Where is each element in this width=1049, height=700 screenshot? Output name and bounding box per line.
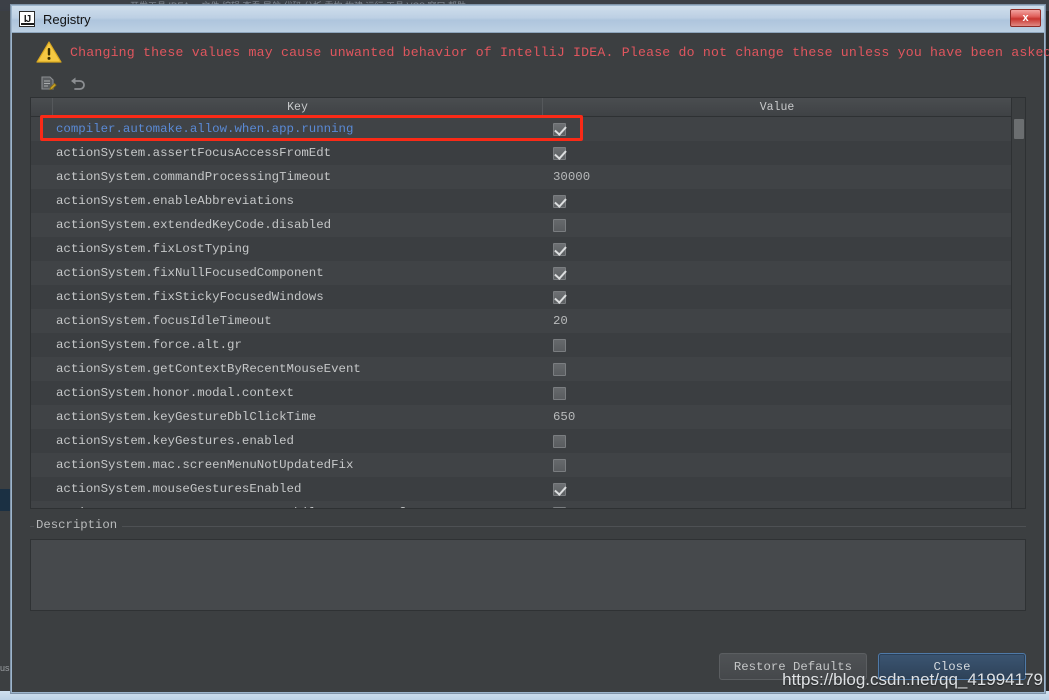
checkbox-checked-icon[interactable] (553, 482, 566, 496)
registry-key-cell: actionSystem.honor.modal.context (56, 386, 294, 400)
scrollbar-thumb[interactable] (1014, 119, 1024, 139)
registry-value-cell[interactable] (543, 218, 1011, 232)
table-row[interactable]: actionSystem.keyGestureDblClickTime 650 (31, 405, 1011, 429)
registry-value-cell[interactable] (543, 290, 1011, 304)
checkbox-unchecked-icon[interactable] (553, 434, 566, 448)
registry-value-cell[interactable] (543, 458, 1011, 472)
registry-value-cell[interactable] (543, 506, 1011, 508)
registry-key-cell: actionSystem.fixLostTyping (56, 242, 250, 256)
checkbox-unchecked-icon[interactable] (553, 218, 566, 232)
dialog-body: Changing these values may cause unwanted… (12, 33, 1049, 692)
registry-value-cell[interactable] (543, 386, 1011, 400)
registry-key-cell: actionSystem.fixStickyFocusedWindows (56, 290, 324, 304)
description-separator (30, 526, 1026, 527)
table-row[interactable]: actionSystem.enableAbbreviations (31, 189, 1011, 213)
description-textarea[interactable] (30, 539, 1026, 611)
table-row[interactable]: actionSystem.assertFocusAccessFromEdt (31, 141, 1011, 165)
registry-value-cell[interactable] (543, 122, 1011, 136)
table-row[interactable]: compiler.automake.allow.when.app.running (31, 117, 1011, 141)
table-row[interactable]: actionSystem.fixLostTyping (31, 237, 1011, 261)
registry-key-cell: actionSystem.focusIdleTimeout (56, 314, 272, 328)
registry-value-cell[interactable]: 20 (543, 314, 1011, 328)
table-vertical-scrollbar[interactable] (1011, 98, 1025, 508)
registry-value-cell[interactable] (543, 194, 1011, 208)
registry-key-cell: actionSystem.commandProcessingTimeout (56, 170, 332, 184)
table-row[interactable]: actionSystem.honor.modal.context (31, 381, 1011, 405)
ide-left-panel-label: us (0, 663, 10, 673)
table-body: compiler.automake.allow.when.app.running… (31, 117, 1011, 508)
table-row[interactable]: actionSystem.keyGestures.enabled (31, 429, 1011, 453)
registry-value-cell[interactable] (543, 482, 1011, 496)
registry-value-cell[interactable] (543, 146, 1011, 160)
table-row[interactable]: actionSystem.mac.screenMenuNotUpdatedFix (31, 453, 1011, 477)
checkbox-unchecked-icon[interactable] (553, 458, 566, 472)
table-row[interactable]: actionSystem.fixStickyFocusedWindows (31, 285, 1011, 309)
registry-key-cell: actionSystem.keyGestures.enabled (56, 434, 294, 448)
registry-value-cell[interactable] (543, 242, 1011, 256)
close-window-button[interactable]: x (1010, 9, 1041, 27)
warning-text: Changing these values may cause unwanted… (70, 44, 1049, 60)
checkbox-checked-icon[interactable] (553, 266, 566, 280)
table-row[interactable]: actionSystem.commandProcessingTimeout 300… (31, 165, 1011, 189)
registry-key-cell: compiler.automake.allow.when.app.running (56, 122, 354, 136)
registry-value-cell[interactable] (543, 434, 1011, 448)
checkbox-checked-icon[interactable] (553, 506, 566, 508)
watermark-text: https://blog.csdn.net/qq_41994179 (782, 670, 1043, 689)
warning-banner: Changing these values may cause unwanted… (30, 33, 1049, 71)
intellij-logo-icon: IJ (19, 11, 35, 27)
table-row[interactable]: actionSystem.force.alt.gr (31, 333, 1011, 357)
checkbox-unchecked-icon[interactable] (553, 386, 566, 400)
registry-key-cell: actionSystem.fixNullFocusedComponent (56, 266, 324, 280)
ide-left-panel: us (0, 11, 11, 700)
dialog-title: Registry (43, 11, 91, 27)
registry-toolbar (30, 71, 1026, 97)
ide-left-panel-selection (0, 489, 11, 511)
table-row[interactable]: actionSystem.getContextByRecentMouseEven… (31, 357, 1011, 381)
table-row[interactable]: actionSystem.extendedKeyCode.disabled (31, 213, 1011, 237)
registry-key-cell: actionSystem.enableAbbreviations (56, 194, 294, 208)
warning-triangle-icon (36, 40, 62, 64)
column-header-value[interactable]: Value (543, 98, 1011, 116)
dialog-titlebar[interactable]: IJ Registry x (12, 6, 1044, 33)
checkbox-checked-icon[interactable] (553, 146, 566, 160)
registry-table[interactable]: Key Value compiler.automake.allow.when.a… (30, 97, 1026, 509)
column-header-key[interactable]: Key (53, 98, 543, 116)
registry-key-cell: actionSystem.assertFocusAccessFromEdt (56, 146, 332, 160)
registry-value-cell[interactable] (543, 338, 1011, 352)
revert-to-default-icon[interactable] (67, 73, 89, 95)
checkbox-checked-icon[interactable] (553, 122, 566, 136)
registry-key-cell: actionSystem.keyGestureDblClickTime (56, 410, 317, 424)
registry-value-cell[interactable] (543, 266, 1011, 280)
registry-key-cell: actionSystem.mac.screenMenuNotUpdatedFix (56, 458, 354, 472)
registry-key-cell: actionSystem.force.alt.gr (56, 338, 242, 352)
registry-key-cell: actionSystem.noContextComponentWhileFocu… (31, 506, 543, 508)
column-header-gutter[interactable] (31, 98, 53, 116)
checkbox-unchecked-icon[interactable] (553, 338, 566, 352)
checkbox-checked-icon[interactable] (553, 290, 566, 304)
registry-value-cell[interactable] (543, 362, 1011, 376)
table-row[interactable]: actionSystem.fixNullFocusedComponent (31, 261, 1011, 285)
registry-value-cell[interactable]: 650 (543, 410, 1011, 424)
registry-value-cell[interactable]: 30000 (543, 170, 1011, 184)
table-row[interactable]: actionSystem.focusIdleTimeout 20 (31, 309, 1011, 333)
description-group: Description (30, 518, 1026, 611)
registry-key-cell: actionSystem.extendedKeyCode.disabled (56, 218, 332, 232)
edit-value-icon[interactable] (37, 73, 59, 95)
registry-dialog: IJ Registry x Changing these values may … (11, 5, 1049, 693)
table-row[interactable]: actionSystem.noContextComponentWhileFocu… (31, 501, 1011, 508)
table-row[interactable]: actionSystem.mouseGesturesEnabled (31, 477, 1011, 501)
description-label: Description (34, 518, 123, 532)
table-header-row: Key Value (31, 98, 1011, 117)
checkbox-unchecked-icon[interactable] (553, 362, 566, 376)
registry-key-cell: actionSystem.mouseGesturesEnabled (56, 482, 302, 496)
registry-key-cell: actionSystem.getContextByRecentMouseEven… (56, 362, 361, 376)
checkbox-checked-icon[interactable] (553, 242, 566, 256)
registry-table-main: Key Value compiler.automake.allow.when.a… (31, 98, 1011, 508)
checkbox-checked-icon[interactable] (553, 194, 566, 208)
